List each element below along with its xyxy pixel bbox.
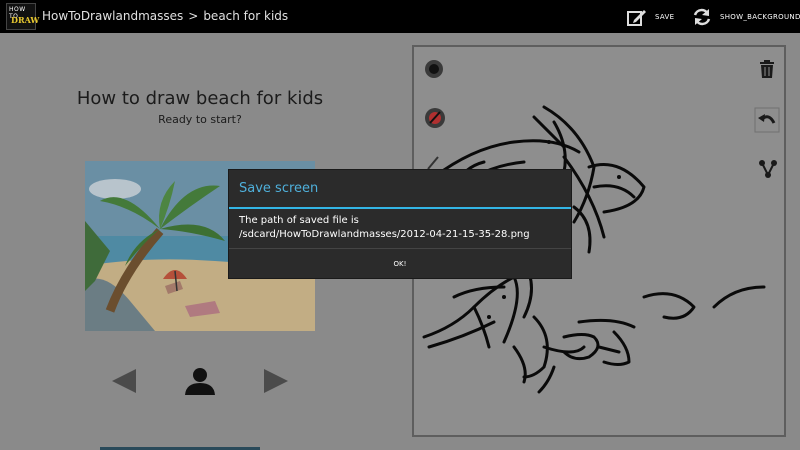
breadcrumb-current: beach for kids [203, 9, 289, 23]
ok-button[interactable]: OK! [229, 249, 571, 278]
show-background-button[interactable]: SHOW_BACKGROUND [692, 6, 800, 28]
refresh-icon [693, 8, 711, 26]
breadcrumb-separator: > [188, 9, 199, 23]
dialog-file-path: /sdcard/HowToDrawlandmasses/2012-04-21-1… [239, 229, 530, 240]
edit-icon [627, 10, 646, 26]
dialog-message-line1: The path of saved file is [239, 215, 359, 226]
dialog-divider [229, 207, 571, 209]
breadcrumb-app-name[interactable]: HowToDrawlandmasses [42, 9, 183, 23]
save-screen-dialog: Save screen The path of saved file is /s… [229, 170, 571, 278]
dialog-button-bar: OK! [229, 248, 571, 278]
app-logo-icon[interactable]: HOW TO DRAW [6, 3, 40, 30]
save-button[interactable]: SAVE [627, 6, 674, 28]
app-logo-text-bottom: DRAW [11, 15, 40, 25]
dialog-title: Save screen [239, 181, 319, 196]
breadcrumb: HowToDrawlandmasses > beach for kids [42, 9, 288, 23]
show-background-label: SHOW_BACKGROUND [720, 13, 800, 21]
save-label: SAVE [655, 13, 675, 21]
action-bar: HOW TO DRAW HowToDrawlandmasses > beach fo… [0, 0, 800, 33]
